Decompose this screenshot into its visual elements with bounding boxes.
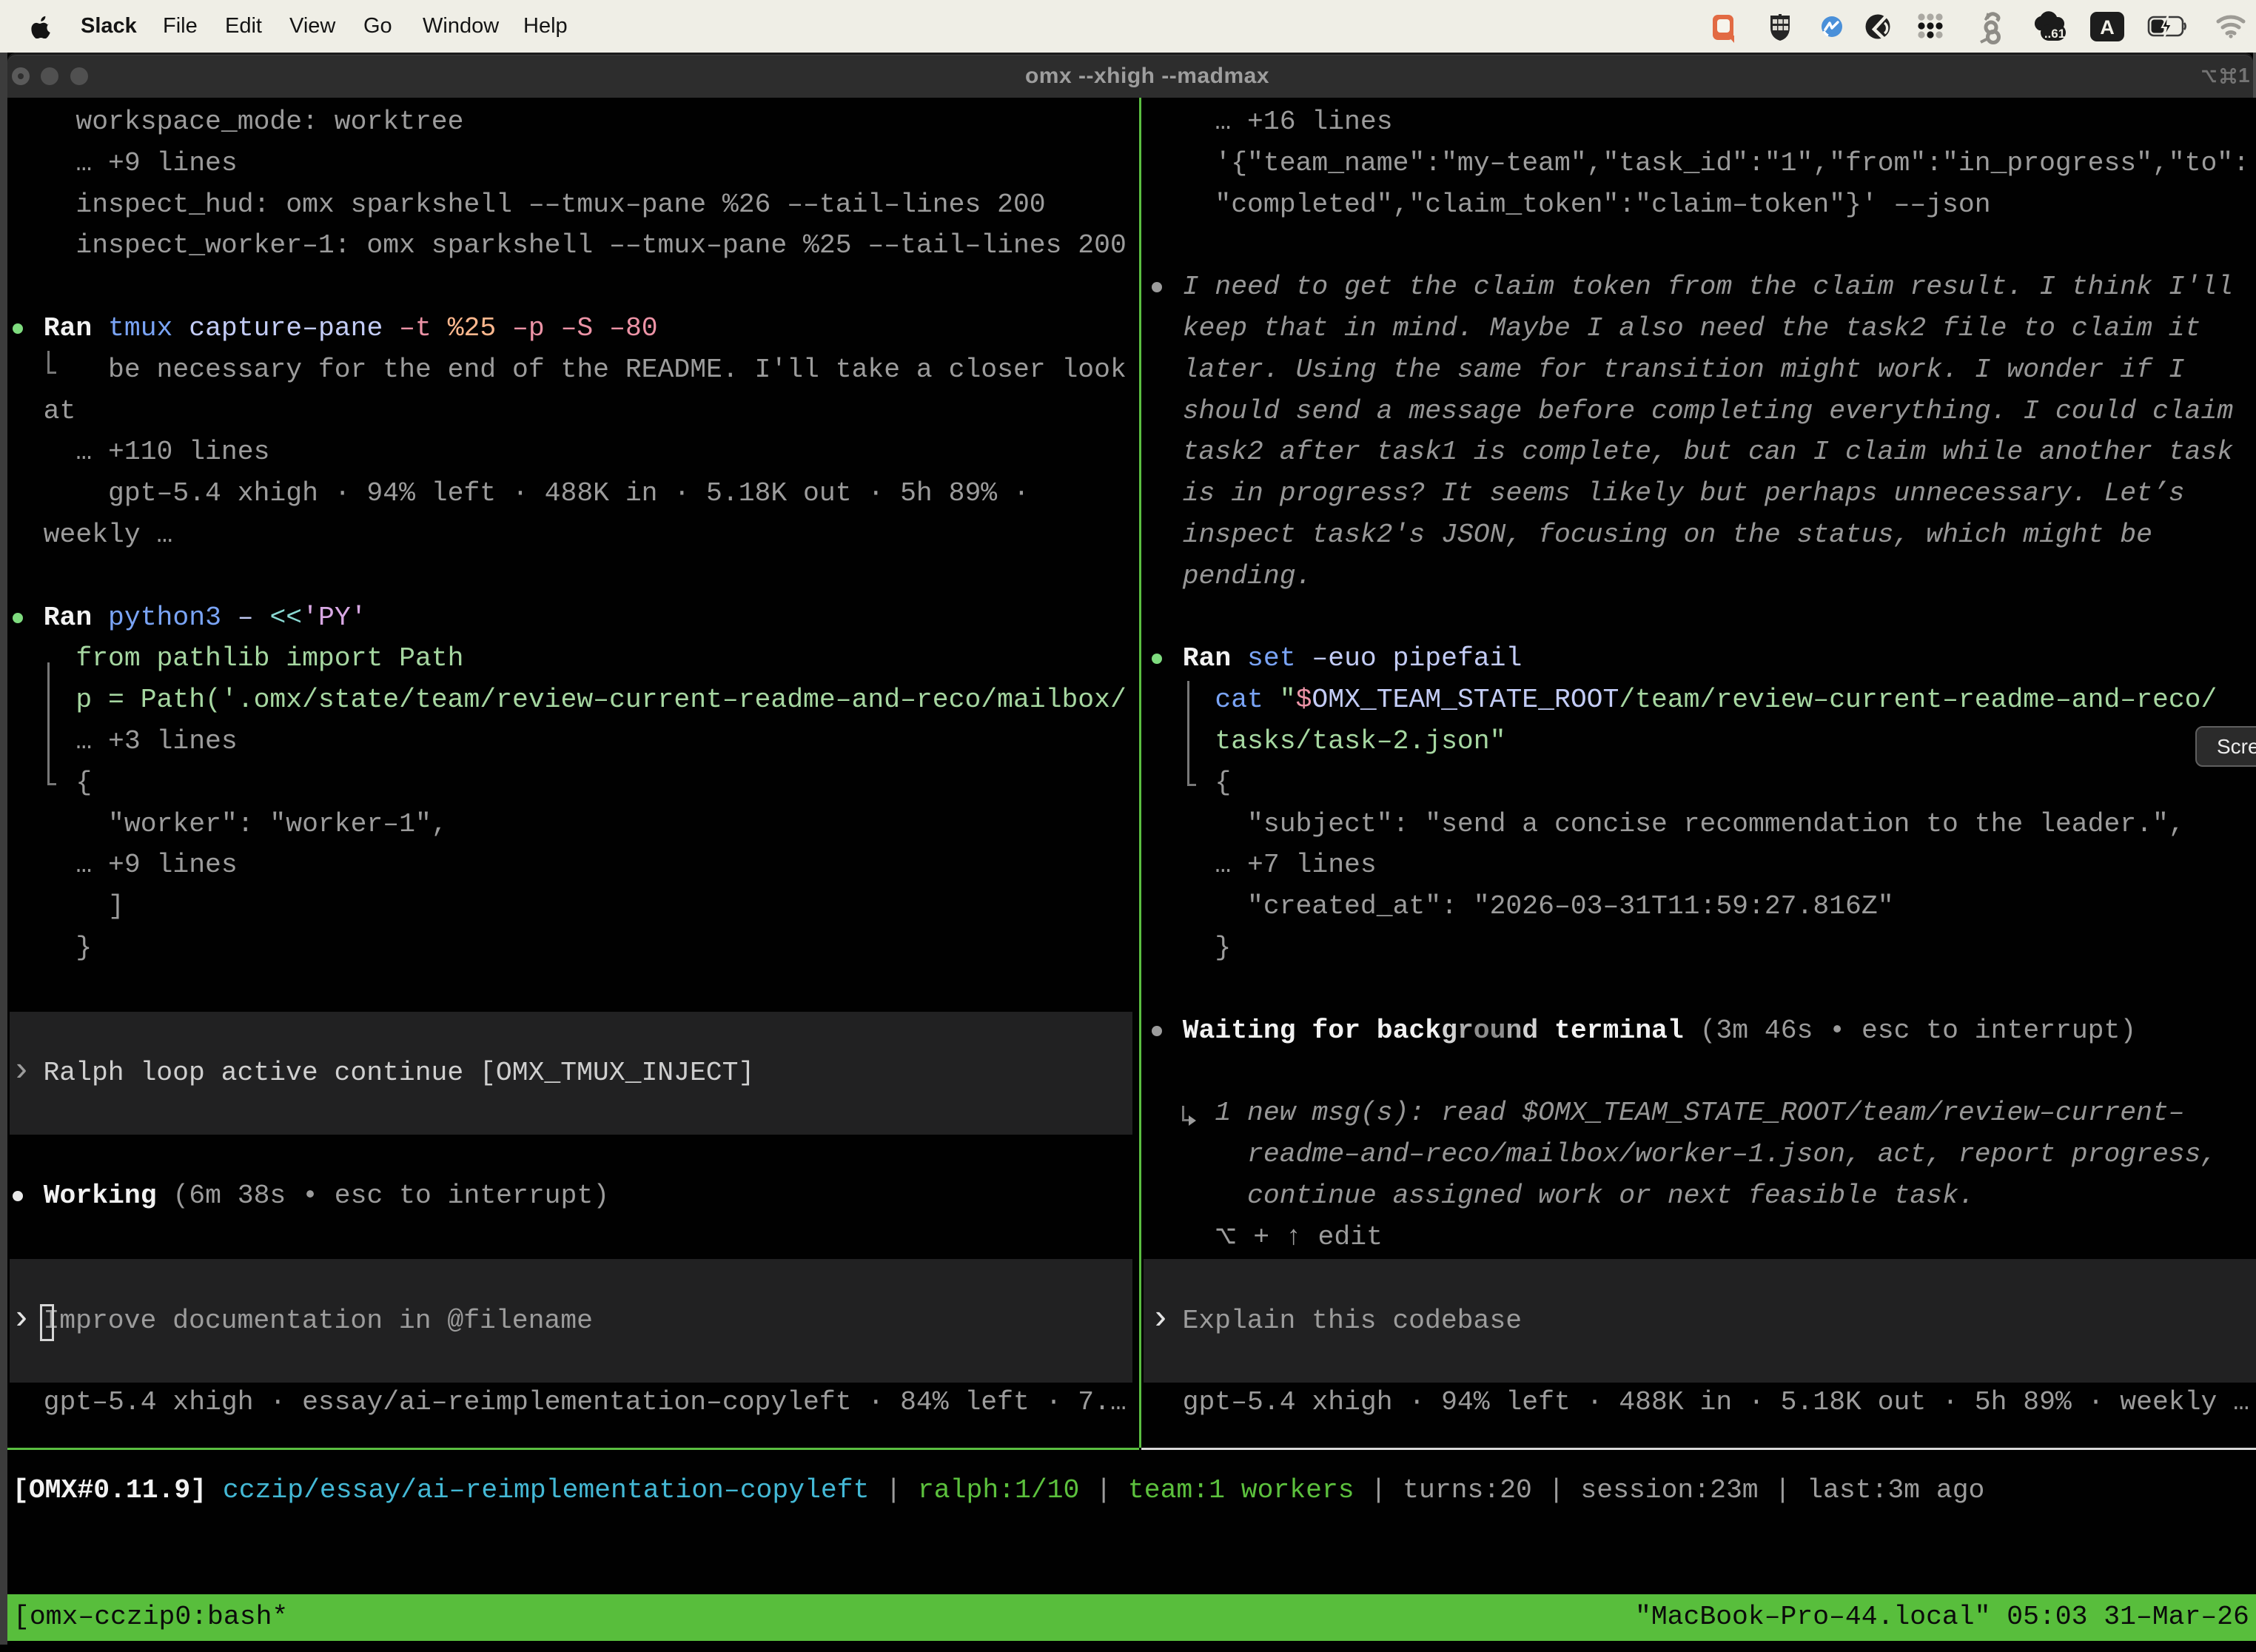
- svg-text:..61: ..61: [2044, 27, 2065, 41]
- svg-text:A: A: [2100, 16, 2115, 38]
